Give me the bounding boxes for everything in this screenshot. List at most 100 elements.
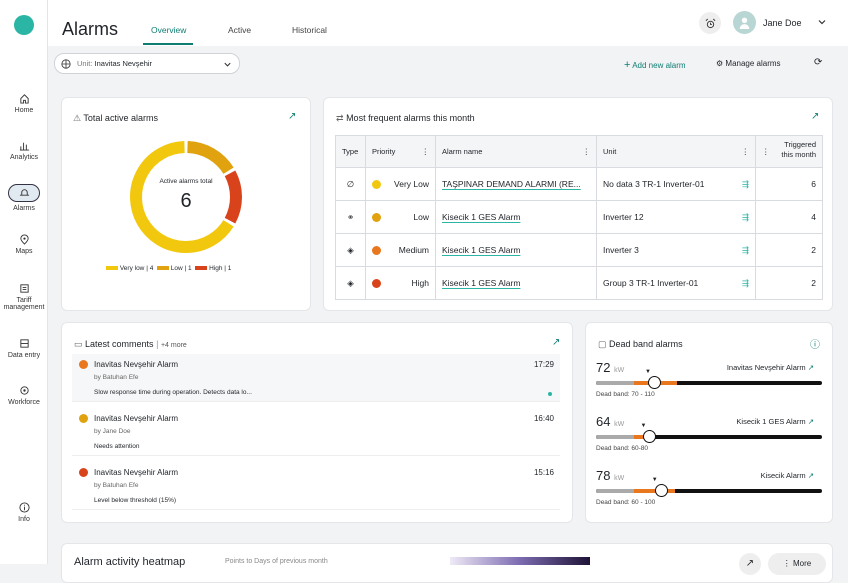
heatmap-card: Alarm activity heatmap Points to Days of… [61,543,833,583]
alarm-name-cell[interactable]: TAŞPINAR DEMAND ALARMI (RE... [435,167,597,201]
col-type[interactable]: Type [335,135,366,168]
card-title: ▭ Latest comments | +4 more [74,339,187,349]
tab-overview[interactable]: Overview [151,25,186,35]
user-name[interactable]: Jane Doe [763,18,802,28]
col-triggered[interactable]: ⋮ Triggered this month [755,135,823,168]
alarm-name-cell[interactable]: Kisecik 1 GES Alarm [435,233,597,267]
unit-cell: Inverter 3 ⇶ [596,233,756,267]
unit-selector[interactable]: Unit: Inavitas Nevşehir [54,53,240,74]
expand-arrow-icon[interactable]: ↗ [811,111,819,122]
app-logo[interactable] [14,15,34,35]
more-vert-icon[interactable]: ⋮ [742,147,750,156]
more-comments-link[interactable]: +4 more [161,342,187,349]
priority-dot [372,180,381,190]
table-row[interactable]: ∅ Very Low TAŞPINAR DEMAND ALARMI (RE...… [335,167,823,201]
marker-icon: ▼ [640,423,647,429]
type-icon: ◈ [335,266,366,300]
unit-cell: Inverter 12 ⇶ [596,200,756,234]
count-cell: 2 [755,233,823,267]
card-title: ▢ Dead band alarms [598,339,683,349]
priority-cell: High [365,266,436,300]
hierarchy-icon[interactable]: ⇶ [742,212,749,223]
sidebar-item-analytics[interactable]: Analytics [0,140,48,161]
alarm-link[interactable]: Kisecik 1 GES Alarm ↗ [736,417,814,426]
more-button[interactable]: ⋮ More [768,553,826,575]
more-vert-icon[interactable]: ⋮ [583,147,591,156]
sidebar-item-data-entry[interactable]: Data entry [0,338,48,359]
more-vert-icon[interactable]: ⋮ [422,147,430,156]
card-title: ⇄ Most frequent alarms this month [336,113,475,123]
manage-alarms-button[interactable]: ⚙ Manage alarms [716,59,781,68]
user-icon [739,17,750,29]
chevron-down-icon [224,62,231,67]
col-alarm-name[interactable]: Alarm name ⋮ [435,135,597,168]
alarm-clock-icon [705,18,715,28]
col-unit[interactable]: Unit ⋮ [596,135,756,168]
avatar[interactable] [733,11,756,34]
legend-swatch [195,266,208,271]
chevron-down-icon[interactable] [817,17,827,27]
table-row[interactable]: ⚭ Low Kisecik 1 GES Alarm Inverter 12 ⇶ 4 [335,200,823,234]
alarm-name-cell[interactable]: Kisecik 1 GES Alarm [435,200,597,234]
more-vert-icon[interactable]: ⋮ [762,140,770,164]
col-priority[interactable]: Priority ⋮ [365,135,436,168]
add-alarm-button[interactable]: + Add new alarm [624,59,686,71]
unit-value: Inavitas Nevşehir [94,59,153,68]
dead-band-item: 72 kW Inavitas Nevşehir Alarm ↗ ▼ Dead b… [596,360,824,414]
sidebar-item-home[interactable]: Home [0,93,48,114]
info-icon[interactable]: ⓘ [810,336,820,351]
donut-legend: Very low | 4 Low | 1 High | 1 [106,265,231,272]
dead-band-item: 78 kW Kisecik Alarm ↗ ▼ Dead band: 60 - … [596,468,824,522]
sidebar-item-tariff[interactable]: Tariff management [0,283,48,311]
refresh-icon[interactable]: ⟳ [814,57,822,68]
priority-dot [79,360,88,369]
unit-cell: No data 3 TR-1 Inverter-01 ⇶ [596,167,756,201]
tab-active[interactable]: Active [228,25,251,35]
page-title: Alarms [62,19,119,39]
alarm-link[interactable]: Inavitas Nevşehir Alarm ↗ [727,363,814,372]
marker-icon: ▼ [644,369,651,375]
dead-band-slider[interactable]: ▼ [596,477,822,497]
donut-slice [187,141,234,175]
sidebar-item-info[interactable]: Info [0,502,48,523]
expand-arrow-icon: ↗ [807,417,814,426]
map-pin-icon [19,234,29,245]
comment-item[interactable]: Inavitas Nevşehir Alarm by Jane Doe Need… [72,408,560,456]
refresh-icon: ⇄ [336,113,344,123]
legend-swatch [106,266,118,271]
alarm-icon [19,188,29,196]
sidebar-item-alarms[interactable]: Alarms [0,184,48,212]
table-row[interactable]: ◈ Medium Kisecik 1 GES Alarm Inverter 3 ⇶… [335,233,823,267]
sidebar-item-workforce[interactable]: Workforce [0,385,48,406]
hierarchy-icon[interactable]: ⇶ [742,278,749,289]
alarm-link[interactable]: Kisecik Alarm ↗ [761,471,814,480]
count-cell: 4 [755,200,823,234]
comment-item[interactable]: Inavitas Nevşehir Alarm by Batuhan Efe L… [72,462,560,510]
unit-prefix: Unit: [77,59,93,68]
hierarchy-icon[interactable]: ⇶ [742,179,749,190]
expand-arrow-icon[interactable]: ↗ [552,337,560,348]
expand-arrow-icon[interactable]: ↗ [288,111,296,122]
expand-arrow-icon[interactable]: ↗ [739,553,761,575]
alarm-clock-button[interactable] [699,12,721,34]
frequent-alarms-card: ⇄ Most frequent alarms this month ↗ Type… [323,97,833,311]
alarm-name-cell[interactable]: Kisecik 1 GES Alarm [435,266,597,300]
priority-cell: Low [365,200,436,234]
slider-knob[interactable] [643,430,657,443]
priority-dot [79,468,88,477]
dead-band-slider[interactable]: ▼ [596,369,822,389]
comment-item[interactable]: Inavitas Nevşehir Alarm by Batuhan Efe S… [72,354,560,402]
slider-knob[interactable] [647,376,661,389]
priority-cell: Very Low [365,167,436,201]
hierarchy-icon[interactable]: ⇶ [742,245,749,256]
tab-historical[interactable]: Historical [292,25,327,35]
comment-icon: ▭ [74,339,83,349]
expand-arrow-icon: ↗ [807,363,814,372]
type-icon: ⚭ [335,200,366,234]
sidebar-item-maps[interactable]: Maps [0,234,48,255]
slider-knob[interactable] [654,484,668,497]
type-icon: ∅ [335,167,366,201]
dead-band-slider[interactable]: ▼ [596,423,822,443]
card-title: ⚠ Total active alarms [73,113,158,123]
table-row[interactable]: ◈ High Kisecik 1 GES Alarm Group 3 TR-1 … [335,266,823,300]
